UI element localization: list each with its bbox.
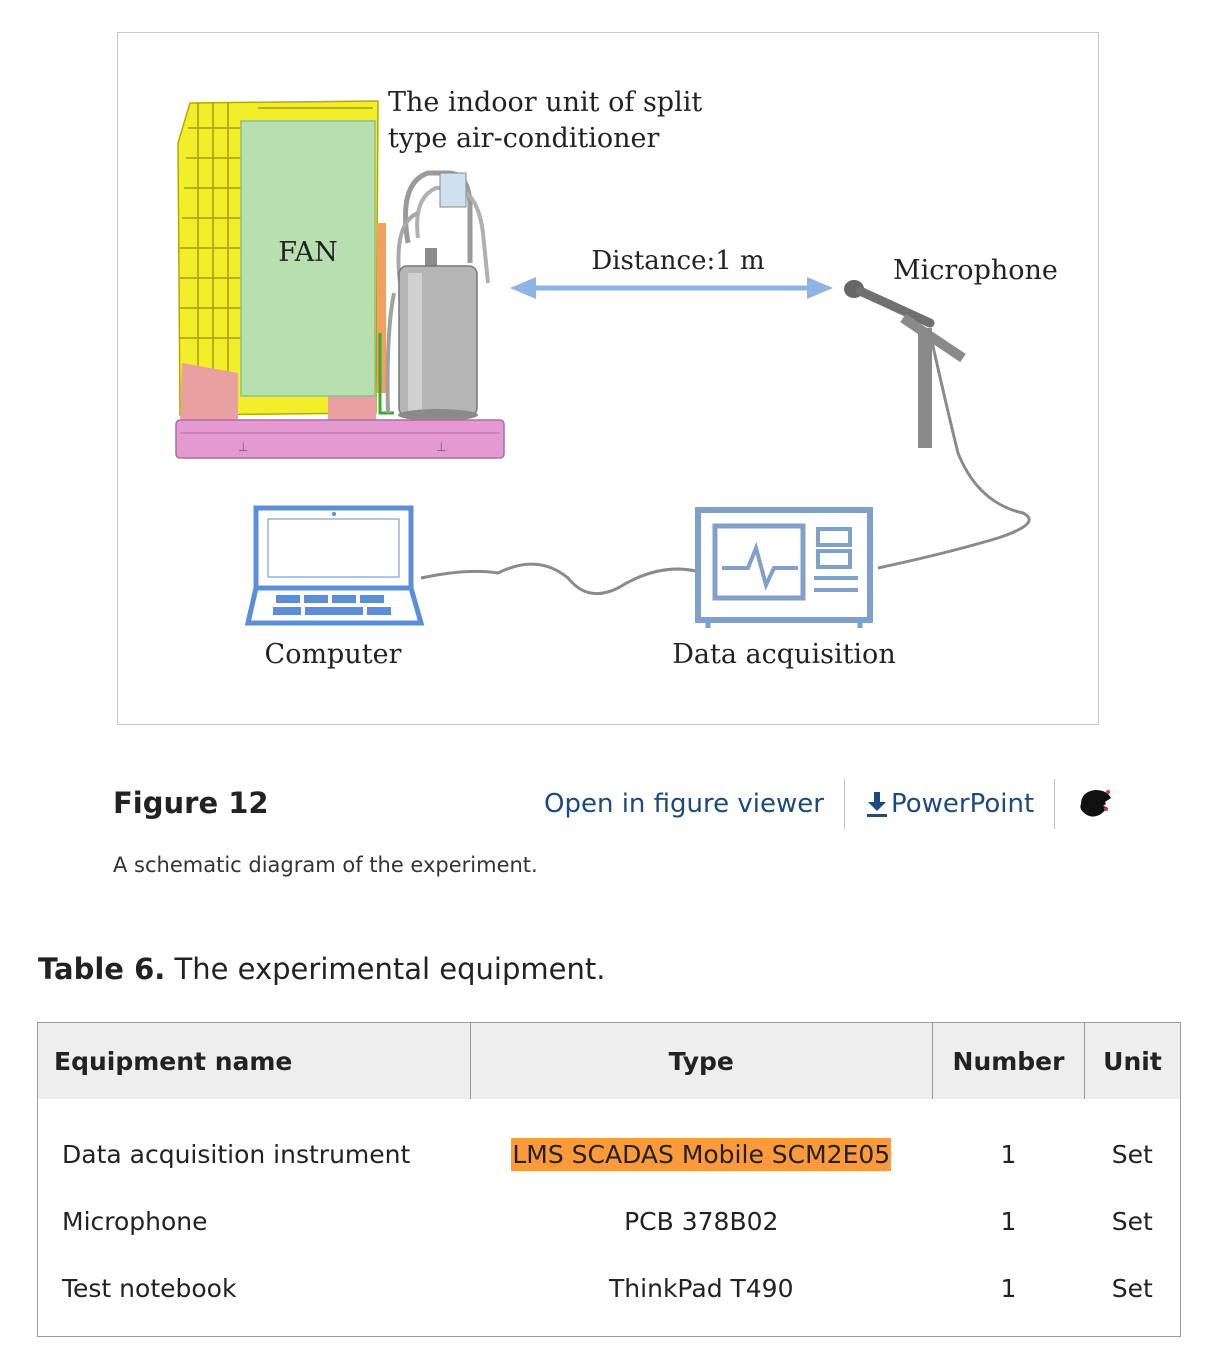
table-cell: 1 <box>1000 1274 1017 1303</box>
table-title-text: The experimental equipment. <box>165 952 606 986</box>
table-cell: 1 <box>1000 1207 1017 1236</box>
table-cell: ThinkPad T490 <box>609 1274 794 1303</box>
computer-label: Computer <box>265 639 402 670</box>
table-cell: Set <box>1111 1140 1153 1169</box>
indoor-unit-label-line1: The indoor unit of split <box>388 87 702 118</box>
table-cell: Set <box>1111 1274 1153 1303</box>
open-figure-viewer-link[interactable]: Open in figure viewer <box>544 789 824 819</box>
table-cell: 1 <box>1000 1140 1017 1169</box>
data-acquisition-drawing <box>695 507 873 628</box>
table-row: Data acquisition instrument LMS SCADAS M… <box>38 1099 1181 1188</box>
computer-drawing <box>244 505 425 626</box>
figure-caption: A schematic diagram of the experiment. <box>113 853 538 877</box>
distance-label: Distance:1 m <box>591 246 764 276</box>
action-divider <box>843 779 845 829</box>
computer-cable <box>420 562 697 596</box>
indoor-unit-label-line2: type air-conditioner <box>388 123 660 154</box>
table-cell: PCB 378B02 <box>624 1207 779 1236</box>
table-cell: Test notebook <box>62 1274 237 1303</box>
column-header: Number <box>932 1022 1085 1099</box>
table-cell: Data acquisition instrument <box>62 1140 411 1169</box>
column-header: Equipment name <box>37 1022 471 1099</box>
table-row: Microphone PCB 378B02 1 Set <box>38 1188 1181 1255</box>
indoor-unit-drawing: FAN ⊥ ⊥ <box>175 100 505 459</box>
column-header: Type <box>470 1022 934 1099</box>
figure-actions: Open in figure viewer PowerPoint <box>544 778 1115 830</box>
powerpoint-label: PowerPoint <box>890 789 1035 819</box>
svg-text:⊥: ⊥ <box>238 440 248 454</box>
action-divider <box>1054 779 1056 829</box>
table-number: Table 6. <box>38 952 166 986</box>
table-cell: LMS SCADAS Mobile SCM2E05 <box>470 1099 932 1188</box>
highlighted-text: LMS SCADAS Mobile SCM2E05 <box>511 1138 892 1171</box>
data-acquisition-label: Data acquisition <box>672 639 895 670</box>
equipment-table: Equipment name Type Number Unit Data acq… <box>37 1022 1181 1337</box>
table-header-row: Equipment name Type Number Unit <box>37 1022 1181 1099</box>
table-cell: Microphone <box>62 1207 208 1236</box>
svg-text:⊥: ⊥ <box>436 440 446 454</box>
table-row: Test notebook ThinkPad T490 1 Set <box>38 1255 1181 1337</box>
figure-label: Figure 12 <box>113 786 269 820</box>
distance-arrow <box>510 277 833 299</box>
table-title: Table 6. The experimental equipment. <box>38 952 605 986</box>
experiment-diagram: FAN ⊥ ⊥ The indoor unit of split type ai… <box>175 87 1058 670</box>
fan-label: FAN <box>278 237 338 268</box>
microphone-label: Microphone <box>893 255 1058 286</box>
share-icon[interactable] <box>1075 784 1115 824</box>
figure-image[interactable]: FAN ⊥ ⊥ The indoor unit of split type ai… <box>117 32 1099 725</box>
powerpoint-download-link[interactable]: PowerPoint <box>865 789 1034 819</box>
column-header: Unit <box>1084 1022 1181 1099</box>
download-icon <box>865 790 889 818</box>
compressor-drawing <box>385 170 490 421</box>
table-cell: Set <box>1111 1207 1153 1236</box>
